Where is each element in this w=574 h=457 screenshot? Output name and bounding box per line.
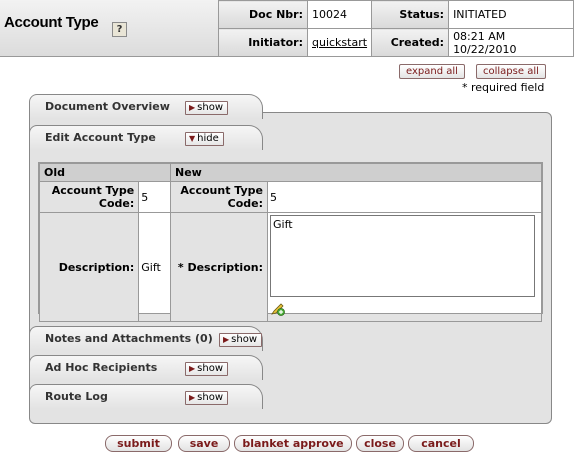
code-label-old: Account Type Code:	[38, 181, 140, 213]
new-header: New	[170, 163, 542, 182]
code-label-new: Account Type Code:	[170, 181, 268, 213]
tab-document-overview: Document Overview ▶ show	[29, 94, 263, 119]
tab-route-log: Route Log ▶ show	[29, 384, 263, 409]
expand-all-button[interactable]: expand all	[399, 64, 465, 79]
pencil-icon[interactable]	[270, 303, 286, 319]
tab-label: Edit Account Type	[45, 131, 156, 144]
initiator-label: Initiator:	[218, 28, 308, 57]
document-header: Account Type ? Doc Nbr: 10024 Status: IN…	[0, 0, 574, 57]
toggle-label: show	[231, 334, 258, 345]
edit-account-type-hide-button[interactable]: ▼ hide	[185, 132, 224, 146]
old-header: Old	[39, 163, 171, 182]
created-value: 08:21 AM 10/22/2010	[448, 28, 574, 57]
tab-label: Document Overview	[45, 100, 170, 113]
description-old-value: Gift	[138, 212, 171, 322]
doc-nbr-value: 10024	[306, 0, 373, 29]
toggle-label: show	[197, 392, 224, 403]
collapse-all-button[interactable]: collapse all	[476, 64, 546, 79]
doc-nbr-label: Doc Nbr:	[218, 0, 308, 29]
tab-label: Notes and Attachments (0)	[45, 332, 213, 345]
toggle-label: hide	[197, 133, 219, 144]
cancel-button[interactable]: cancel	[408, 435, 474, 452]
created-label: Created:	[371, 28, 450, 57]
triangle-right-icon: ▶	[223, 335, 230, 344]
code-new-value: 5	[267, 181, 542, 213]
edit-table: Old New Account Type Code: 5 Account Typ…	[38, 163, 542, 322]
description-label-old: Description:	[38, 212, 140, 322]
code-old-value: 5	[138, 181, 171, 213]
route-log-show-button[interactable]: ▶ show	[185, 391, 229, 405]
edit-section: Old New Account Type Code: 5 Account Typ…	[38, 162, 543, 322]
toggle-label: show	[197, 102, 224, 113]
initiator-link[interactable]: quickstart	[312, 36, 367, 49]
submit-button[interactable]: submit	[105, 435, 172, 452]
blanket-approve-button[interactable]: blanket approve	[234, 435, 352, 452]
triangle-down-icon: ▼	[189, 134, 196, 143]
tab-ad-hoc-recipients: Ad Hoc Recipients ▶ show	[29, 355, 263, 380]
status-label: Status:	[371, 0, 450, 29]
triangle-right-icon: ▶	[189, 103, 196, 112]
help-icon[interactable]: ?	[112, 22, 127, 37]
title-area: Account Type ?	[0, 0, 218, 57]
description-textarea[interactable]: Gift	[270, 215, 535, 297]
save-button[interactable]: save	[178, 435, 230, 452]
page-title: Account Type	[4, 14, 99, 31]
notes-show-button[interactable]: ▶ show	[219, 333, 263, 347]
description-label-new: * Description:	[170, 212, 268, 322]
document-overview-show-button[interactable]: ▶ show	[185, 101, 229, 115]
triangle-right-icon: ▶	[189, 393, 196, 402]
required-field-note: * required field	[462, 81, 545, 94]
adhoc-show-button[interactable]: ▶ show	[185, 362, 229, 376]
tab-edit-account-type: Edit Account Type ▼ hide	[29, 125, 263, 150]
toggle-label: show	[197, 363, 224, 374]
tab-label: Ad Hoc Recipients	[45, 361, 158, 374]
close-button[interactable]: close	[356, 435, 404, 452]
tab-notes-and-attachments: Notes and Attachments (0) ▶ show	[29, 326, 263, 351]
triangle-right-icon: ▶	[189, 364, 196, 373]
tab-label: Route Log	[45, 390, 108, 403]
document-info-table: Doc Nbr: 10024 Status: INITIATED Initiat…	[218, 0, 574, 57]
status-value: INITIATED	[448, 0, 574, 29]
